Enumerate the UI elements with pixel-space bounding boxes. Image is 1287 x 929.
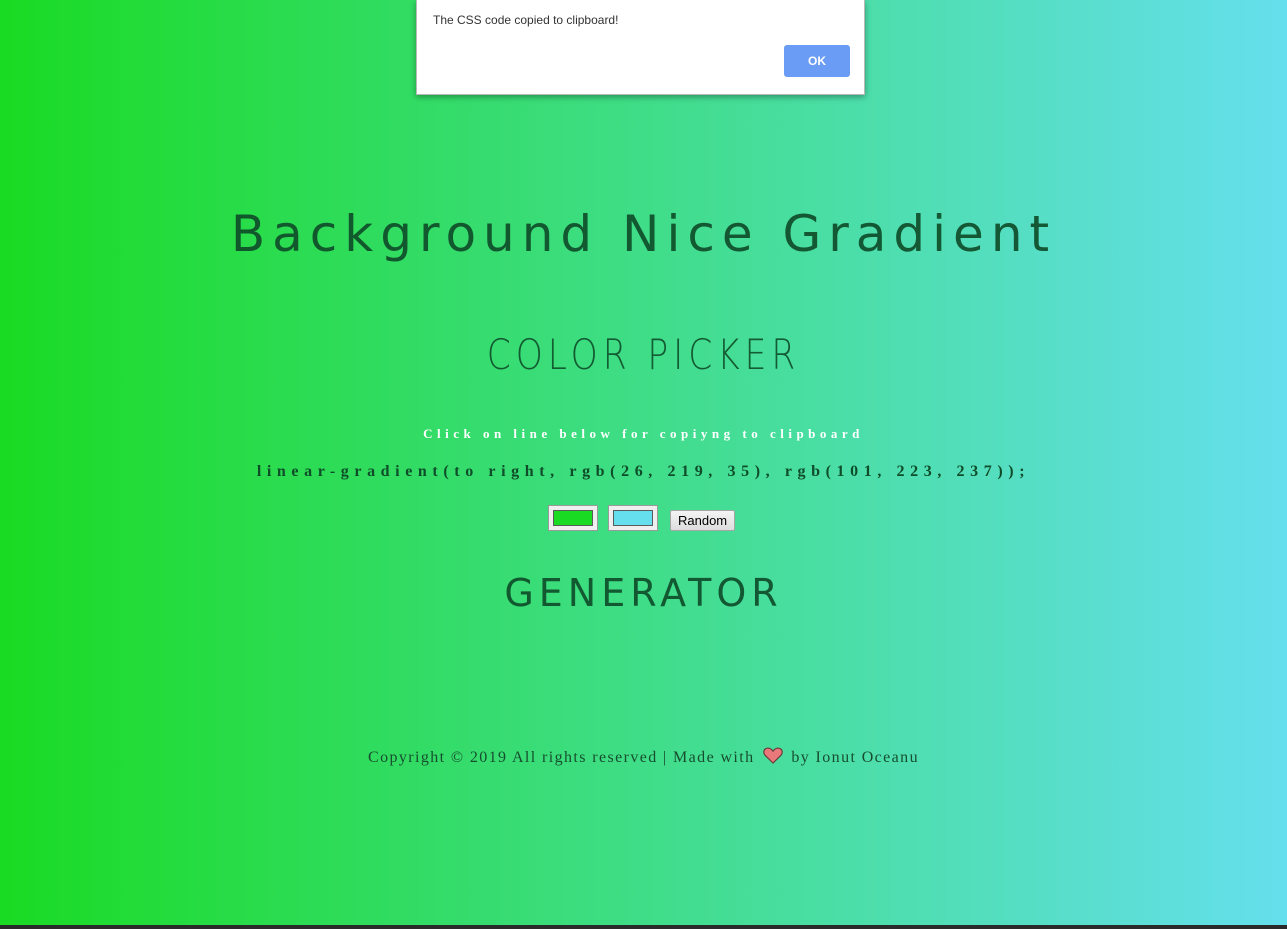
random-button[interactable]: Random	[670, 510, 736, 531]
page-background: Background Nice Gradient COLOR PICKER Cl…	[0, 0, 1287, 925]
color-swatch-2	[613, 510, 653, 526]
footer: Copyright © 2019 All rights reserved | M…	[0, 747, 1287, 769]
color-swatch-1	[553, 510, 593, 526]
footer-copyright: Copyright © 2019 All rights reserved | M…	[368, 749, 755, 766]
color-input-2[interactable]	[608, 505, 658, 531]
footer-author: by Ionut Oceanu	[791, 749, 919, 766]
alert-message: The CSS code copied to clipboard!	[433, 13, 619, 27]
window-bottom-edge	[0, 925, 1287, 929]
alert-ok-button[interactable]: OK	[784, 45, 850, 77]
alert-dialog: The CSS code copied to clipboard! OK	[416, 0, 865, 95]
generator-heading: GENERATOR	[504, 571, 783, 615]
page-subtitle: COLOR PICKER	[486, 330, 801, 379]
heart-icon	[763, 747, 783, 769]
css-code-line[interactable]: linear-gradient(to right, rgb(26, 219, 3…	[0, 463, 1287, 481]
copy-instruction: Click on line below for copiyng to clipb…	[423, 426, 864, 441]
color-input-1[interactable]	[548, 505, 598, 531]
page-title: Background Nice Gradient	[230, 205, 1057, 263]
color-controls: Random	[548, 505, 736, 531]
